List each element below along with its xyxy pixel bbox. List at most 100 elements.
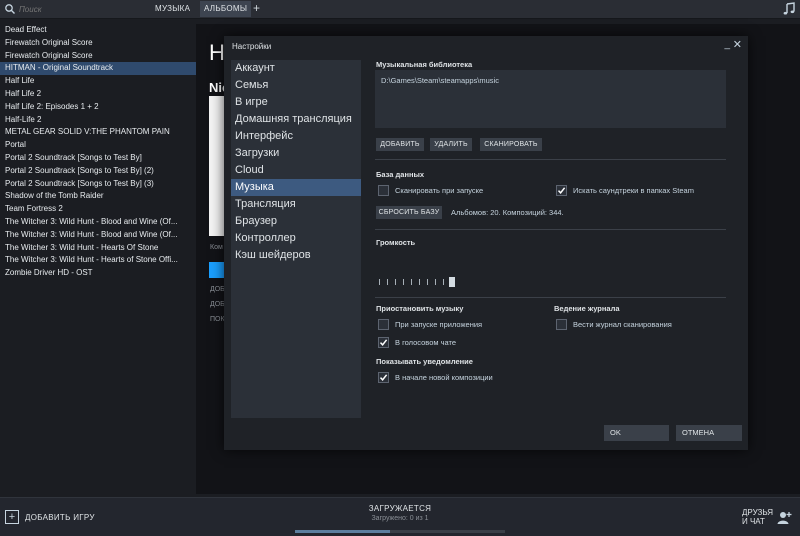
album-meta: ПОК [210, 316, 225, 323]
ok-button[interactable]: OK [604, 425, 669, 441]
reset-database-button[interactable]: СБРОСИТЬ БАЗУ [376, 206, 442, 219]
cancel-button[interactable]: ОТМЕНА [676, 425, 742, 441]
list-item[interactable]: Half Life 2: Episodes 1 + 2 [0, 101, 196, 114]
database-info: Альбомов: 20. Композиций: 344. [451, 208, 564, 217]
add-game-button[interactable]: + ДОБАВИТЬ ИГРУ [5, 510, 95, 524]
nav-item-browser[interactable]: Браузер [231, 213, 361, 230]
list-item[interactable]: Half Life [0, 75, 196, 88]
pause-on-voice-chat-label: В голосовом чате [395, 338, 457, 347]
downloads-progress-fill [295, 530, 390, 533]
scan-on-start-checkbox[interactable] [378, 185, 389, 196]
plus-icon: + [5, 510, 19, 524]
downloads-title: ЗАГРУЖАЕТСЯ [368, 504, 432, 513]
scan-on-start-label: Сканировать при запуске [395, 186, 484, 195]
play-button[interactable] [209, 262, 225, 278]
log-scan-checkbox[interactable] [556, 319, 567, 330]
find-soundtracks-label: Искать саундтреки в папках Steam [573, 186, 694, 195]
dialog-title: Настройки [232, 42, 272, 51]
add-tab-button[interactable]: + [253, 1, 260, 15]
section-logging: Ведение журнала [554, 304, 620, 313]
tab-music[interactable]: МУЗЫКА [155, 4, 190, 13]
section-pause-music: Приостановить музыку [376, 304, 464, 313]
nav-item-broadcast[interactable]: Трансляция [231, 196, 361, 213]
log-scan-label: Вести журнал сканирования [573, 320, 672, 329]
list-item[interactable]: Firewatch Original Score [0, 50, 196, 63]
checkmark-icon [379, 339, 388, 346]
list-item[interactable]: Half-Life 2 [0, 114, 196, 127]
checkmark-icon [557, 187, 566, 194]
music-note-icon[interactable] [782, 2, 796, 16]
album-cover [209, 96, 225, 236]
list-item[interactable]: Dead Effect [0, 24, 196, 37]
list-item[interactable]: Portal 2 Soundtrack [Songs to Test By] (… [0, 178, 196, 191]
pause-on-voice-chat-checkbox[interactable] [378, 337, 389, 348]
nav-item-family[interactable]: Семья [231, 77, 361, 94]
chat-label: И ЧАТ [742, 517, 765, 526]
downloads-subtitle: Загружено: 0 из 1 [371, 515, 429, 522]
nav-item-cloud[interactable]: Cloud [231, 162, 361, 179]
tab-albums[interactable]: АЛЬБОМЫ [200, 1, 252, 17]
top-bar: МУЗЫКА АЛЬБОМЫ + [0, 0, 800, 19]
list-item[interactable]: The Witcher 3: Wild Hunt - Blood and Win… [0, 229, 196, 242]
section-notifications: Показывать уведомление [376, 357, 473, 366]
list-item[interactable]: Portal [0, 139, 196, 152]
list-item-selected[interactable]: HITMAN - Original Soundtrack [0, 62, 196, 76]
search-box[interactable] [4, 3, 144, 15]
downloads-progress-bar [295, 530, 505, 533]
library-path[interactable]: D:\Games\Steam\steamapps\music [381, 76, 499, 85]
album-meta: ДОБ [210, 301, 225, 308]
friends-chat-button[interactable]: ДРУЗЬЯ И ЧАТ [742, 508, 773, 526]
library-folders-list[interactable]: D:\Games\Steam\steamapps\music [375, 70, 726, 128]
add-game-label: ДОБАВИТЬ ИГРУ [25, 512, 95, 522]
album-title: H [209, 40, 225, 65]
add-friend-icon[interactable] [776, 510, 792, 526]
nav-item-account[interactable]: Аккаунт [231, 60, 361, 77]
list-item[interactable]: The Witcher 3: Wild Hunt - Hearts of Sto… [0, 254, 196, 267]
divider [375, 297, 726, 298]
list-item[interactable]: Portal 2 Soundtrack [Songs to Test By] [0, 152, 196, 165]
list-item[interactable]: Half Life 2 [0, 88, 196, 101]
close-button[interactable]: ✕ [733, 38, 742, 51]
volume-slider-handle[interactable] [449, 277, 455, 287]
remove-folder-button[interactable]: УДАЛИТЬ [430, 138, 472, 151]
find-soundtracks-checkbox[interactable] [556, 185, 567, 196]
nav-item-music[interactable]: Музыка [231, 179, 361, 196]
divider [375, 159, 726, 160]
checkmark-icon [379, 374, 388, 381]
nav-item-downloads[interactable]: Загрузки [231, 145, 361, 162]
section-database: База данных [376, 170, 425, 179]
album-list: Dead Effect Firewatch Original Score Fir… [0, 24, 196, 280]
search-input[interactable] [19, 4, 129, 14]
notify-new-track-label: В начале новой композиции [395, 373, 493, 382]
settings-dialog: Настройки _ ✕ Аккаунт Семья В игре Домаш… [224, 36, 748, 450]
list-item[interactable]: Zombie Driver HD - OST [0, 267, 196, 280]
nav-item-shader-cache[interactable]: Кэш шейдеров [231, 247, 361, 264]
settings-nav: Аккаунт Семья В игре Домашняя трансляция… [231, 60, 361, 418]
volume-slider[interactable] [379, 276, 459, 288]
list-item[interactable]: Shadow of the Tomb Raider [0, 190, 196, 203]
nav-item-in-game[interactable]: В игре [231, 94, 361, 111]
nav-item-controller[interactable]: Контроллер [231, 230, 361, 247]
list-item[interactable]: METAL GEAR SOLID V:THE PHANTOM PAIN [0, 126, 196, 139]
album-meta: Ком [210, 244, 223, 251]
pause-on-app-launch-checkbox[interactable] [378, 319, 389, 330]
search-icon [5, 4, 15, 14]
divider [375, 229, 726, 230]
section-music-library: Музыкальная библиотека [376, 60, 473, 69]
notify-new-track-checkbox[interactable] [378, 372, 389, 383]
list-item[interactable]: The Witcher 3: Wild Hunt - Blood and Win… [0, 216, 196, 229]
list-item[interactable]: Firewatch Original Score [0, 37, 196, 50]
list-item[interactable]: Portal 2 Soundtrack [Songs to Test By] (… [0, 165, 196, 178]
downloads-status[interactable]: ЗАГРУЖАЕТСЯ Загружено: 0 из 1 [295, 504, 505, 533]
nav-item-interface[interactable]: Интерфейс [231, 128, 361, 145]
scan-button[interactable]: СКАНИРОВАТЬ [480, 138, 542, 151]
add-folder-button[interactable]: ДОБАВИТЬ [376, 138, 424, 151]
music-settings-panel: Музыкальная библиотека D:\Games\Steam\st… [368, 60, 741, 418]
list-item[interactable]: The Witcher 3: Wild Hunt - Hearts Of Sto… [0, 242, 196, 255]
minimize-button[interactable]: _ [724, 39, 730, 50]
album-meta: ДОБ [210, 286, 225, 293]
list-item[interactable]: Team Fortress 2 [0, 203, 196, 216]
nav-item-home-streaming[interactable]: Домашняя трансляция [231, 111, 361, 128]
bottom-bar: + ДОБАВИТЬ ИГРУ ЗАГРУЖАЕТСЯ Загружено: 0… [0, 497, 800, 536]
section-volume: Громкость [376, 238, 416, 247]
